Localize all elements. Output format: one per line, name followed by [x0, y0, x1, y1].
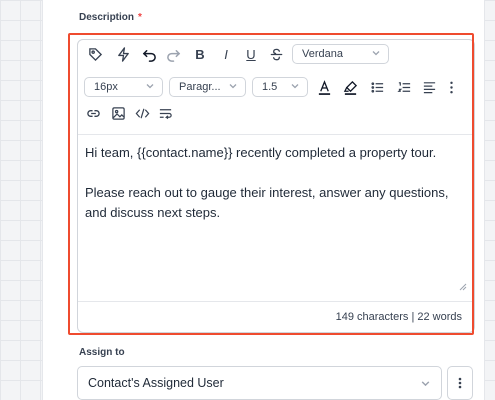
assign-to-label: Assign to	[79, 347, 125, 358]
more-options-icon	[458, 377, 462, 389]
assign-to-value: Contact's Assigned User	[88, 376, 224, 390]
required-marker: *	[138, 12, 142, 23]
highlight-box	[68, 33, 474, 335]
assign-more-button[interactable]	[447, 366, 473, 400]
assign-to-select[interactable]: Contact's Assigned User	[77, 366, 442, 400]
description-label: Description *	[79, 12, 142, 23]
chevron-down-icon	[421, 381, 430, 387]
